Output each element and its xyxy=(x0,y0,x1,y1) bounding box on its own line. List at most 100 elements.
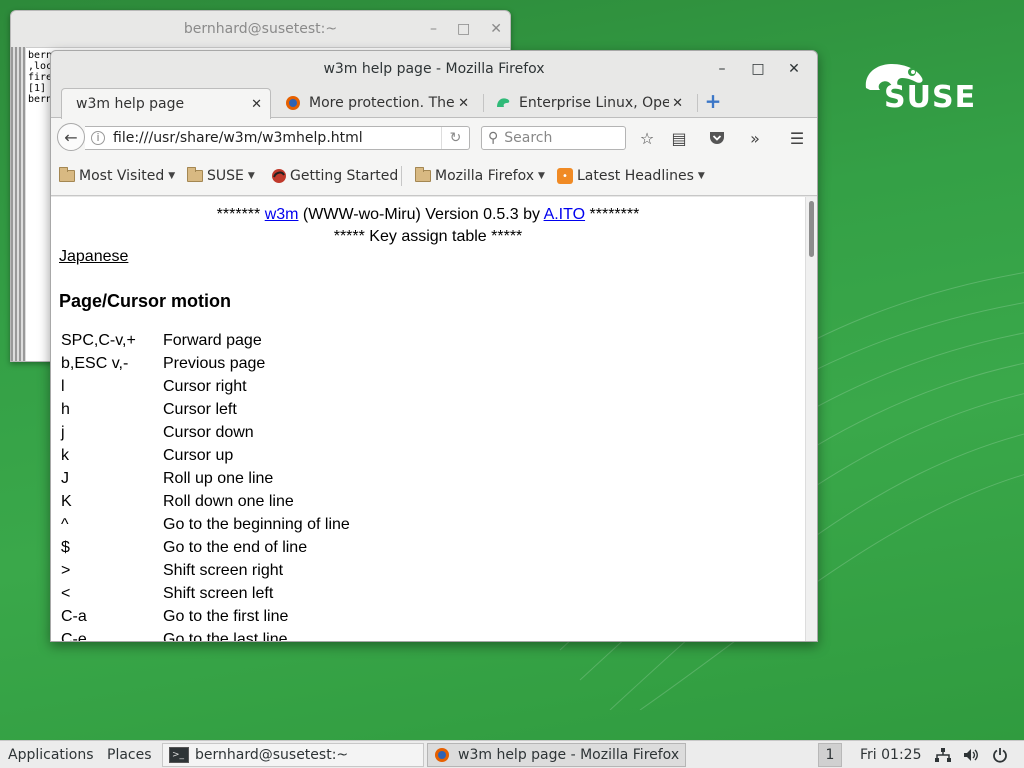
minimize-icon[interactable]: – xyxy=(430,21,437,37)
close-icon[interactable]: ✕ xyxy=(490,21,502,37)
header-version: (WWW-wo-Miru) Version 0.5.3 by xyxy=(298,206,544,223)
suse-logo-text: SUSE xyxy=(884,80,977,115)
hamburger-menu-icon[interactable]: ☰ xyxy=(785,126,809,150)
power-icon[interactable] xyxy=(992,741,1008,768)
key-row: l Cursor right xyxy=(61,378,247,401)
folder-icon xyxy=(59,167,75,182)
reload-icon[interactable]: ↻ xyxy=(441,127,469,149)
tab-label: Enterprise Linux, Ope... xyxy=(519,95,669,111)
info-icon[interactable]: i xyxy=(91,131,105,145)
w3m-link[interactable]: w3m xyxy=(265,206,299,223)
bookmark-label: Mozilla Firefox xyxy=(435,168,535,184)
tab-close-icon[interactable]: ✕ xyxy=(458,96,469,111)
firefox-window[interactable]: w3m help page - Mozilla Firefox – □ ✕ w3… xyxy=(50,50,818,642)
suse-favicon-icon xyxy=(495,95,511,111)
japanese-link[interactable]: Japanese xyxy=(59,248,128,266)
firefox-icon xyxy=(271,168,287,184)
folder-icon xyxy=(415,167,431,182)
key-binding: J xyxy=(61,470,69,487)
volume-icon[interactable] xyxy=(962,741,980,768)
workspace-switcher[interactable]: 1 xyxy=(818,743,842,767)
key-row: b,ESC v,- Previous page xyxy=(61,355,265,378)
page-scrollbar[interactable] xyxy=(805,197,817,641)
maximize-icon[interactable]: □ xyxy=(457,21,470,37)
key-binding: > xyxy=(61,562,71,579)
search-input[interactable]: ⚲ Search xyxy=(481,126,626,150)
tab-w3m-help[interactable]: w3m help page ✕ xyxy=(61,88,271,119)
key-description: Roll down one line xyxy=(163,493,294,510)
key-row: j Cursor down xyxy=(61,424,254,447)
bookmark-label: Most Visited xyxy=(79,168,165,184)
minimize-icon: – xyxy=(718,60,726,77)
bookmark-star-icon[interactable]: ☆ xyxy=(635,126,659,150)
pocket-icon[interactable] xyxy=(705,126,729,150)
chevron-down-icon: ▼ xyxy=(247,171,255,181)
terminal-scrollbar[interactable] xyxy=(11,47,26,361)
key-binding: SPC,C-v,+ xyxy=(61,332,136,349)
tab-close-icon[interactable]: ✕ xyxy=(251,97,262,112)
page-header: ******* w3m (WWW-wo-Miru) Version 0.5.3 … xyxy=(51,204,805,226)
terminal-icon: >_ xyxy=(169,747,189,763)
key-row: h Cursor left xyxy=(61,401,237,424)
tab-divider xyxy=(697,94,698,112)
url-bar[interactable]: i file:///usr/share/w3m/w3mhelp.html ↻ xyxy=(85,126,470,150)
bookmark-separator xyxy=(401,166,402,186)
overflow-chevron-icon[interactable]: » xyxy=(743,126,767,150)
scrollbar-thumb[interactable] xyxy=(809,201,814,257)
bookmarks-toolbar: Most Visited ▼ SUSE ▼ Getting Started Mo… xyxy=(51,156,817,196)
page-content[interactable]: ******* w3m (WWW-wo-Miru) Version 0.5.3 … xyxy=(51,197,805,641)
tab-enterprise-linux[interactable]: Enterprise Linux, Ope... ✕ xyxy=(487,88,691,118)
key-description: Go to the end of line xyxy=(163,539,308,556)
firefox-titlebar[interactable]: w3m help page - Mozilla Firefox – □ ✕ xyxy=(51,51,817,86)
key-binding: < xyxy=(61,585,71,602)
key-description: Cursor up xyxy=(163,447,234,464)
key-binding: h xyxy=(61,401,70,418)
bookmark-latest-headlines[interactable]: • Latest Headlines ▼ xyxy=(557,166,705,186)
window-title: w3m help page - Mozilla Firefox xyxy=(323,60,545,77)
key-binding: l xyxy=(61,378,65,395)
reading-list-icon[interactable]: ▤ xyxy=(667,126,691,150)
terminal-titlebar[interactable]: bernhard@susetest:~ – □ ✕ xyxy=(11,11,510,47)
close-button[interactable]: ✕ xyxy=(777,55,811,83)
places-menu[interactable]: Places xyxy=(107,741,152,768)
tab-more-protection[interactable]: More protection. The ... ✕ xyxy=(277,88,477,118)
key-binding: ^ xyxy=(61,516,69,533)
taskbar-window-terminal[interactable]: >_ bernhard@susetest:~ xyxy=(162,743,424,767)
key-row: C-a Go to the first line xyxy=(61,608,288,631)
tab-divider xyxy=(483,94,484,112)
search-icon: ⚲ xyxy=(488,130,499,146)
key-description: Shift screen left xyxy=(163,585,274,602)
bookmark-getting-started[interactable]: Getting Started xyxy=(271,166,398,186)
back-button[interactable]: ← xyxy=(57,123,85,151)
firefox-icon xyxy=(285,95,301,111)
close-icon: ✕ xyxy=(788,60,800,77)
network-icon[interactable] xyxy=(934,741,952,768)
chevron-down-icon: ▼ xyxy=(697,171,705,181)
author-link[interactable]: A.ITO xyxy=(544,206,586,223)
key-binding: k xyxy=(61,447,69,464)
bookmark-suse[interactable]: SUSE ▼ xyxy=(187,166,255,186)
new-tab-icon[interactable]: + xyxy=(703,91,723,112)
terminal-title: bernhard@susetest:~ xyxy=(183,21,338,37)
page-subheader: ***** Key assign table ***** xyxy=(333,228,523,245)
key-binding: j xyxy=(61,424,65,441)
key-row: $ Go to the end of line xyxy=(61,539,307,562)
key-row: C-e Go to the last line xyxy=(61,631,288,641)
url-text: file:///usr/share/w3m/w3mhelp.html xyxy=(113,130,363,146)
key-description: Cursor left xyxy=(163,401,237,418)
key-row: J Roll up one line xyxy=(61,470,273,493)
tab-close-icon[interactable]: ✕ xyxy=(672,96,683,111)
bookmark-most-visited[interactable]: Most Visited ▼ xyxy=(59,166,175,186)
minimize-button[interactable]: – xyxy=(705,55,739,83)
maximize-button[interactable]: □ xyxy=(741,55,775,83)
key-binding: $ xyxy=(61,539,70,556)
rss-icon: • xyxy=(557,168,573,184)
taskbar-window-firefox[interactable]: w3m help page - Mozilla Firefox xyxy=(427,743,686,767)
applications-menu[interactable]: Applications xyxy=(8,741,94,768)
chevron-down-icon: ▼ xyxy=(538,171,545,181)
firefox-icon xyxy=(434,747,450,763)
key-description: Shift screen right xyxy=(163,562,284,579)
key-description: Go to the beginning of line xyxy=(163,516,350,533)
clock[interactable]: Fri 01:25 xyxy=(860,741,921,768)
bookmark-mozilla-firefox[interactable]: Mozilla Firefox ▼ xyxy=(415,166,545,186)
